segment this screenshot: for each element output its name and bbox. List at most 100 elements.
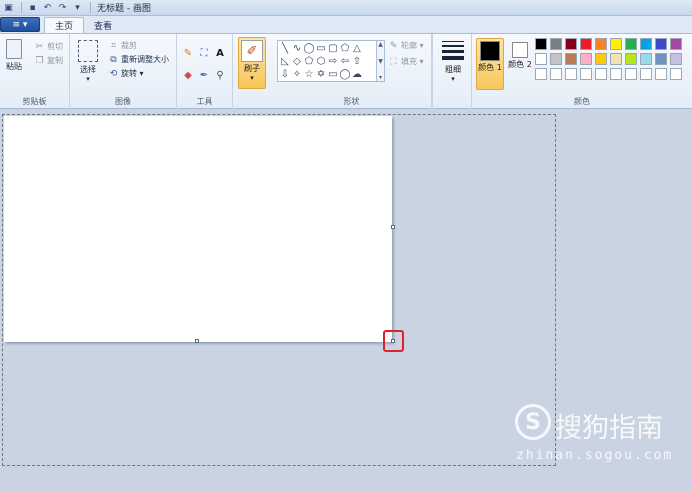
- rounded-rectangle-shape-icon[interactable]: ▢: [327, 42, 339, 54]
- palette-color-swatch[interactable]: [625, 38, 637, 50]
- select-button[interactable]: 选择 ▾: [78, 40, 98, 83]
- right-resize-handle[interactable]: [391, 225, 395, 229]
- line-shape-icon[interactable]: ╲: [279, 42, 291, 54]
- drawing-canvas[interactable]: [4, 116, 392, 342]
- resize-button[interactable]: ⧉ 重新调整大小: [108, 54, 169, 65]
- oval-callout-shape-icon[interactable]: ◯: [339, 68, 351, 80]
- fill-bucket-icon[interactable]: ⛶: [197, 46, 211, 60]
- paste-label: 粘贴: [6, 62, 22, 71]
- pencil-icon[interactable]: ✎: [181, 46, 195, 60]
- undo-icon[interactable]: ↶: [41, 1, 54, 14]
- colors-group-label: 颜色: [574, 97, 590, 106]
- size-button[interactable]: 粗细 ▾: [440, 39, 466, 91]
- palette-color-swatch[interactable]: [565, 53, 577, 65]
- palette-color-swatch[interactable]: [550, 53, 562, 65]
- color1-button[interactable]: 颜色 1: [476, 38, 504, 90]
- cut-label: 剪切: [47, 42, 63, 51]
- fill-icon: ⛶: [390, 56, 397, 67]
- select-label: 选择: [80, 65, 96, 74]
- custom-color-slot[interactable]: [610, 68, 622, 80]
- scroll-down-icon[interactable]: ▼: [378, 58, 383, 65]
- corner-handle-highlight: [383, 330, 404, 352]
- tab-view[interactable]: 查看: [84, 17, 122, 33]
- oval-shape-icon[interactable]: ◯: [303, 42, 315, 54]
- scroll-up-icon[interactable]: ▲: [378, 41, 383, 48]
- palette-color-swatch[interactable]: [610, 38, 622, 50]
- palette-color-swatch[interactable]: [550, 38, 562, 50]
- rotate-label: 旋转 ▾: [121, 69, 144, 78]
- shapes-group-label: 形状: [343, 97, 360, 106]
- custom-color-slot[interactable]: [625, 68, 637, 80]
- color2-button[interactable]: 颜色 2: [506, 38, 534, 90]
- palette-color-swatch[interactable]: [595, 38, 607, 50]
- color-picker-icon[interactable]: ✒: [197, 68, 211, 82]
- chevron-down-icon: ▾: [451, 75, 455, 83]
- palette-color-swatch[interactable]: [565, 38, 577, 50]
- curve-shape-icon[interactable]: ∿: [291, 42, 303, 54]
- hexagon-shape-icon[interactable]: ⬡: [315, 55, 327, 67]
- palette-color-swatch[interactable]: [655, 53, 667, 65]
- paint-app-icon[interactable]: ▣: [2, 1, 15, 14]
- brushes-button[interactable]: ✐ 刷子 ▾: [238, 37, 266, 89]
- scissors-icon: ✂: [35, 41, 44, 52]
- palette-color-swatch[interactable]: [655, 38, 667, 50]
- copy-button[interactable]: ❐ 复制: [34, 55, 63, 66]
- cut-button[interactable]: ✂ 剪切: [34, 41, 63, 52]
- tab-home[interactable]: 主页: [44, 17, 85, 33]
- five-point-star-shape-icon[interactable]: ☆: [303, 68, 315, 80]
- custom-color-slot[interactable]: [550, 68, 562, 80]
- custom-color-slot[interactable]: [565, 68, 577, 80]
- right-triangle-shape-icon[interactable]: ◺: [279, 55, 291, 67]
- custom-color-slot[interactable]: [535, 68, 547, 80]
- custom-color-slot[interactable]: [595, 68, 607, 80]
- up-arrow-shape-icon[interactable]: ⇧: [351, 55, 363, 67]
- fill-button[interactable]: ⛶ 填充 ▾: [388, 56, 423, 67]
- down-arrow-shape-icon[interactable]: ⇩: [279, 68, 291, 80]
- palette-color-swatch[interactable]: [670, 38, 682, 50]
- expand-gallery-icon[interactable]: ▾: [379, 74, 382, 81]
- redo-icon[interactable]: ↷: [56, 1, 69, 14]
- palette-color-swatch[interactable]: [670, 53, 682, 65]
- bottom-resize-handle[interactable]: [195, 339, 199, 343]
- palette-color-swatch[interactable]: [580, 38, 592, 50]
- paste-button[interactable]: 粘贴: [6, 39, 22, 72]
- diamond-shape-icon[interactable]: ◇: [291, 55, 303, 67]
- palette-color-swatch[interactable]: [640, 53, 652, 65]
- left-arrow-shape-icon[interactable]: ⇦: [339, 55, 351, 67]
- palette-color-swatch[interactable]: [535, 38, 547, 50]
- shapes-scrollbar[interactable]: ▲ ▼ ▾: [377, 40, 385, 82]
- magnifier-icon[interactable]: ⚲: [213, 68, 227, 82]
- palette-color-swatch[interactable]: [640, 38, 652, 50]
- crop-button[interactable]: ⌗ 裁剪: [108, 40, 137, 51]
- text-tool-icon[interactable]: A: [213, 46, 227, 60]
- palette-color-swatch[interactable]: [625, 53, 637, 65]
- palette-color-swatch[interactable]: [580, 53, 592, 65]
- rotate-button[interactable]: ⟲ 旋转 ▾: [108, 68, 144, 79]
- six-point-star-shape-icon[interactable]: ✡: [315, 68, 327, 80]
- rectangle-shape-icon[interactable]: ▭: [315, 42, 327, 54]
- pentagon-shape-icon[interactable]: ⬠: [303, 55, 315, 67]
- polygon-shape-icon[interactable]: ⬠: [339, 42, 351, 54]
- custom-color-slot[interactable]: [655, 68, 667, 80]
- triangle-shape-icon[interactable]: △: [351, 42, 363, 54]
- eraser-icon[interactable]: ◆: [181, 68, 195, 82]
- rounded-callout-shape-icon[interactable]: ▭: [327, 68, 339, 80]
- select-rectangle-icon: [78, 40, 98, 62]
- four-point-star-shape-icon[interactable]: ✧: [291, 68, 303, 80]
- customize-toolbar-icon[interactable]: ▾: [71, 1, 84, 14]
- outline-button[interactable]: ✎ 轮廓 ▾: [388, 40, 424, 51]
- custom-color-slot[interactable]: [580, 68, 592, 80]
- crop-label: 裁剪: [121, 41, 137, 50]
- save-icon[interactable]: ▪: [26, 1, 39, 14]
- watermark-url: zhinan.sogou.com: [516, 448, 674, 463]
- file-menu-button[interactable]: ≡ ▾: [0, 17, 40, 32]
- rotate-icon: ⟲: [109, 68, 118, 79]
- palette-color-swatch[interactable]: [595, 53, 607, 65]
- right-arrow-shape-icon[interactable]: ⇨: [327, 55, 339, 67]
- palette-color-swatch[interactable]: [535, 53, 547, 65]
- palette-color-swatch[interactable]: [610, 53, 622, 65]
- custom-color-slot[interactable]: [640, 68, 652, 80]
- cloud-callout-shape-icon[interactable]: ☁: [351, 68, 363, 80]
- ribbon-tab-row: ≡ ▾ 主页 查看: [0, 16, 692, 33]
- custom-color-slot[interactable]: [670, 68, 682, 80]
